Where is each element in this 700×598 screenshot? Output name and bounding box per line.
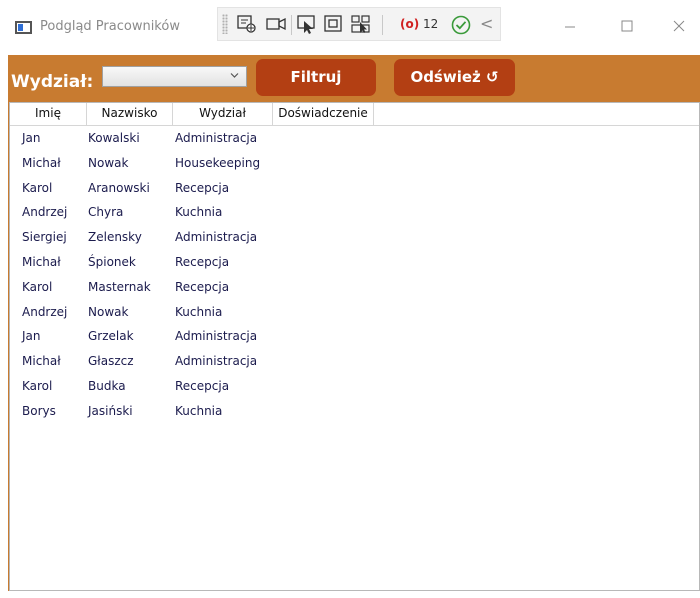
- cell-last-name: Grzelak: [88, 329, 134, 344]
- table-row[interactable]: Michał Śpionek Recepcja: [10, 250, 699, 275]
- minimize-icon[interactable]: [555, 14, 585, 40]
- cell-last-name: Kowalski: [88, 131, 140, 145]
- cell-first-name: Andrzej: [22, 304, 68, 319]
- cell-first-name: Siergiej: [22, 230, 67, 245]
- grid-header: Imię Nazwisko Wydział Doświadczenie: [10, 103, 699, 126]
- app-window-icon: [15, 21, 32, 34]
- cell-department: Administracja: [175, 230, 258, 245]
- column-header-last-name[interactable]: Nazwisko: [87, 103, 173, 125]
- cell-last-name: Śpionek: [88, 255, 136, 269]
- column-header-first-name[interactable]: Imię: [10, 103, 87, 125]
- employees-grid[interactable]: Imię Nazwisko Wydział Doświadczenie Jan K…: [9, 102, 700, 591]
- table-row[interactable]: Jan Grzelak Administracja: [10, 324, 699, 349]
- record-icon[interactable]: [264, 13, 288, 35]
- collapse-chevron-icon[interactable]: <: [480, 16, 493, 32]
- cell-first-name: Borys: [22, 403, 56, 418]
- cell-last-name: Masternak: [88, 279, 151, 294]
- binding-failures-count: 12: [423, 17, 439, 31]
- table-row[interactable]: Michał Głaszcz Administracja: [10, 349, 699, 374]
- close-icon[interactable]: [664, 14, 694, 40]
- department-label: Wydział:: [11, 72, 94, 92]
- cell-department: Administracja: [175, 354, 258, 369]
- title-bar: Podgląd Pracowników (o) 12 <: [0, 0, 700, 55]
- cell-first-name: Michał: [22, 354, 61, 369]
- cell-department: Recepcja: [175, 255, 230, 269]
- check-circle-icon[interactable]: [450, 14, 472, 36]
- table-row[interactable]: Jan Kowalski Administracja: [10, 126, 699, 151]
- cell-first-name: Karol: [22, 379, 53, 393]
- cell-first-name: Andrzej: [22, 205, 68, 220]
- table-row[interactable]: Karol Budka Recepcja: [10, 374, 699, 399]
- table-row[interactable]: Andrzej Nowak Kuchnia: [10, 300, 699, 325]
- department-select[interactable]: [102, 66, 247, 87]
- cell-last-name: Nowak: [88, 155, 129, 170]
- cell-first-name: Jan: [22, 329, 41, 344]
- column-header-department[interactable]: Wydział: [173, 103, 273, 125]
- cell-last-name: Aranowski: [88, 180, 150, 195]
- chevron-down-icon: [230, 73, 239, 78]
- cell-last-name: Głaszcz: [88, 354, 134, 369]
- cell-first-name: Jan: [22, 131, 41, 145]
- cell-department: Administracja: [175, 131, 258, 145]
- binding-failures-counter[interactable]: (o) 12: [400, 17, 438, 31]
- table-row[interactable]: Michał Nowak Housekeeping: [10, 151, 699, 176]
- cell-first-name: Michał: [22, 255, 61, 269]
- cell-last-name: Jasiński: [88, 403, 133, 418]
- layout-adorner-icon[interactable]: [322, 13, 346, 35]
- select-element-icon[interactable]: [235, 13, 259, 35]
- track-focus-icon[interactable]: [349, 13, 373, 35]
- cell-department: Kuchnia: [175, 205, 223, 220]
- cell-department: Kuchnia: [175, 304, 223, 319]
- refresh-button[interactable]: Odśwież ↺: [394, 59, 515, 96]
- cell-first-name: Karol: [22, 180, 53, 195]
- column-header-experience[interactable]: Doświadczenie: [273, 103, 374, 125]
- pointer-select-icon[interactable]: [295, 13, 319, 35]
- table-row[interactable]: Borys Jasiński Kuchnia: [10, 399, 699, 424]
- filter-button[interactable]: Filtruj: [256, 59, 376, 96]
- cell-department: Administracja: [175, 329, 258, 344]
- binding-failures-icon: (o): [400, 17, 420, 31]
- window-title: Podgląd Pracowników: [40, 19, 180, 34]
- table-row[interactable]: Siergiej Zelensky Administracja: [10, 225, 699, 250]
- cell-department: Recepcja: [175, 379, 230, 393]
- cell-first-name: Karol: [22, 279, 53, 294]
- cell-department: Recepcja: [175, 180, 230, 195]
- separator: [382, 15, 383, 35]
- cell-department: Housekeeping: [175, 155, 261, 170]
- cell-last-name: Nowak: [88, 304, 129, 319]
- table-row[interactable]: Karol Aranowski Recepcja: [10, 176, 699, 201]
- cell-last-name: Budka: [88, 379, 126, 393]
- cell-first-name: Michał: [22, 155, 61, 170]
- grip-handle[interactable]: [222, 14, 228, 34]
- cell-last-name: Chyra: [88, 205, 124, 220]
- separator: [291, 15, 292, 35]
- cell-department: Kuchnia: [175, 403, 223, 418]
- maximize-icon[interactable]: [612, 14, 642, 40]
- cell-last-name: Zelensky: [88, 230, 142, 245]
- cell-department: Recepcja: [175, 279, 230, 294]
- debug-toolbar: (o) 12 <: [217, 7, 501, 41]
- table-row[interactable]: Karol Masternak Recepcja: [10, 275, 699, 300]
- table-row[interactable]: Andrzej Chyra Kuchnia: [10, 200, 699, 225]
